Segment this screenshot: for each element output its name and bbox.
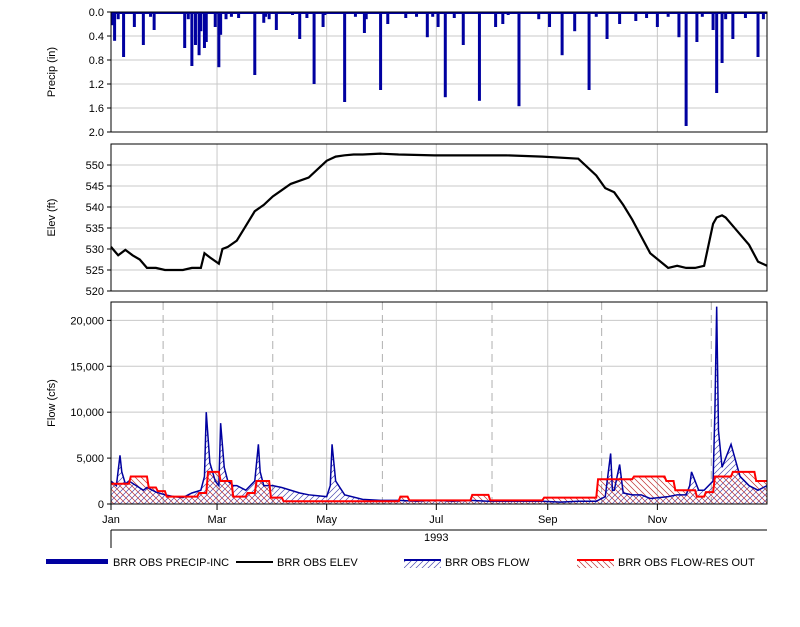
y-tick-label: 0.0 — [89, 7, 104, 19]
precip-bar — [711, 12, 715, 30]
legend-label: BRR OBS ELEV — [277, 557, 358, 569]
flow-panel: 0 5,000 10,000 15,000 20,000 Flow (cfs) — [46, 301, 768, 511]
precip-bar — [312, 12, 316, 84]
y-tick-label: 525 — [86, 265, 104, 277]
y-tick-label: 550 — [86, 160, 104, 172]
precip-bar — [461, 12, 465, 45]
y-tick-label: 20,000 — [70, 315, 104, 327]
precip-bar — [517, 12, 521, 107]
legend: BRR OBS PRECIP-INC BRR OBS ELEV BRR OBS FL… — [46, 557, 755, 569]
y-axis-label: Precip (in) — [46, 47, 58, 97]
x-tick-label: Jul — [429, 514, 443, 526]
precip-bar — [731, 12, 735, 39]
precip-bar — [695, 12, 699, 42]
precip-bar — [655, 12, 659, 27]
precip-bar — [122, 12, 126, 57]
legend-item: BRR OBS ELEV — [236, 557, 358, 569]
precip-bar — [756, 12, 760, 57]
precip-bar — [274, 12, 278, 30]
precip-bar — [720, 12, 724, 63]
precip-bar — [190, 12, 194, 66]
precip-bar — [141, 12, 145, 45]
precip-bar — [298, 12, 302, 39]
legend-item: BRR OBS FLOW — [404, 557, 530, 569]
precip-bar — [605, 12, 609, 39]
x-tick-label: May — [316, 514, 337, 526]
y-axis-label: Flow (cfs) — [46, 379, 58, 427]
x-tick-label: Mar — [208, 514, 227, 526]
y-tick-label: 0.4 — [89, 31, 104, 43]
precip-bar — [573, 12, 577, 32]
precip-bar — [199, 12, 203, 32]
precip-bar — [343, 12, 347, 102]
plot-area — [111, 144, 767, 291]
year-label: 1993 — [424, 532, 448, 544]
legend-label: BRR OBS PRECIP-INC — [113, 557, 229, 569]
x-tick-label: Nov — [648, 514, 668, 526]
precip-bar — [560, 12, 564, 56]
precip-bar — [436, 12, 440, 27]
precip-bar — [494, 12, 498, 27]
precip-panel: 0.0 0.4 0.8 1.2 1.6 2.0 Precip (in) — [46, 7, 768, 139]
elevation-panel: 520 525 530 535 540 545 550 Elev (ft) — [46, 143, 768, 298]
y-tick-label: 520 — [86, 286, 104, 298]
precip-bar — [132, 12, 136, 27]
y-tick-label: 0 — [98, 499, 104, 511]
precip-bar — [204, 12, 208, 42]
x-tick-label: Sep — [538, 514, 558, 526]
y-tick-label: 5,000 — [76, 453, 104, 465]
legend-item: BRR OBS FLOW-RES OUT — [577, 557, 755, 569]
precip-bar — [193, 12, 197, 45]
precip-bar — [113, 12, 117, 41]
precip-bar — [425, 12, 429, 38]
y-tick-label: 545 — [86, 181, 104, 193]
legend-label: BRR OBS FLOW-RES OUT — [618, 557, 755, 569]
y-tick-label: 2.0 — [89, 127, 104, 139]
y-tick-label: 1.2 — [89, 79, 104, 91]
y-tick-label: 535 — [86, 223, 104, 235]
x-tick-label: Jan — [102, 514, 120, 526]
y-tick-label: 530 — [86, 244, 104, 256]
y-tick-label: 1.6 — [89, 103, 104, 115]
precip-bar — [587, 12, 591, 90]
legend-label: BRR OBS FLOW — [445, 557, 530, 569]
legend-swatch — [404, 560, 441, 568]
y-tick-label: 10,000 — [70, 407, 104, 419]
precip-bar — [548, 12, 552, 27]
precip-bar — [219, 12, 223, 35]
precip-bar — [379, 12, 383, 90]
precip-bar — [677, 12, 681, 38]
hydrograph-chart: 0.00.40.81.21.62.0Precip (in) 5205255305… — [46, 7, 768, 569]
y-tick-label: 15,000 — [70, 361, 104, 373]
precip-bar — [443, 12, 447, 98]
precip-bar — [684, 12, 688, 126]
plot-area — [111, 12, 767, 132]
legend-swatch — [577, 560, 614, 568]
y-axis-label: Elev (ft) — [46, 199, 58, 237]
precip-bar — [477, 12, 481, 101]
x-axis: Jan Mar May Jul Sep Nov 1993 — [102, 504, 767, 548]
precip-bar — [183, 12, 187, 48]
precip-bar — [152, 12, 156, 30]
precip-bar — [213, 12, 217, 27]
precip-bar — [253, 12, 257, 75]
legend-item: BRR OBS PRECIP-INC — [46, 557, 229, 569]
legend-swatch — [46, 559, 108, 564]
y-tick-label: 0.8 — [89, 55, 104, 67]
precip-bar — [715, 12, 719, 93]
y-tick-label: 540 — [86, 202, 104, 214]
